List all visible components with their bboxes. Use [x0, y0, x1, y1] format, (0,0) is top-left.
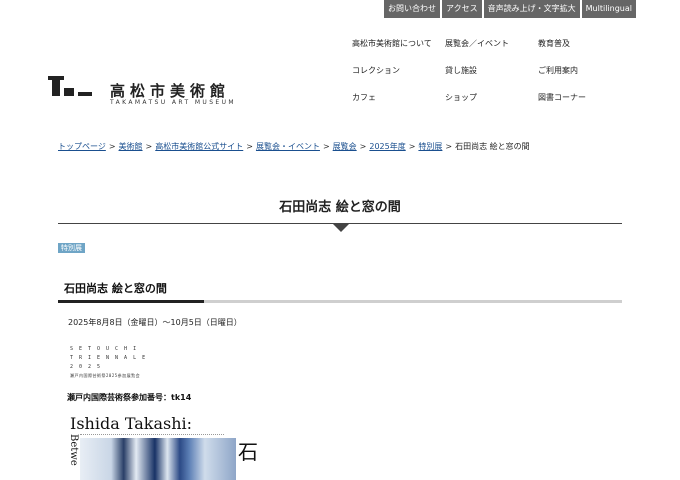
breadcrumb-link-events[interactable]: 展覧会・イベント [256, 142, 320, 151]
breadcrumb-current: 石田尚志 絵と窓の間 [455, 142, 530, 151]
nav-education[interactable]: 教育普及 [538, 38, 631, 50]
nav-rental[interactable]: 貸し施設 [445, 65, 538, 77]
entry-number: 瀬戸内国際芸術祭参加番号：tk14 [67, 393, 192, 402]
utility-nav: お問い合わせ アクセス 音声読み上げ・文字拡大 Multilingual [384, 0, 636, 18]
section-divider-accent [58, 300, 204, 303]
poster-artwork-image [80, 438, 236, 480]
nav-collection[interactable]: コレクション [352, 65, 445, 77]
breadcrumb-separator: > [108, 142, 116, 151]
logo-mark-icon [48, 76, 92, 96]
page-title: 石田尚志 絵と窓の間 [279, 200, 401, 215]
breadcrumb-link-exhibitions[interactable]: 展覧会 [333, 142, 357, 151]
nav-guide[interactable]: ご利用案内 [538, 65, 631, 77]
accessibility-link[interactable]: 音声読み上げ・文字拡大 [483, 0, 580, 18]
nav-exhibitions[interactable]: 展覧会／イベント [445, 38, 538, 50]
breadcrumb-separator: > [359, 142, 367, 151]
breadcrumb-separator: > [145, 142, 153, 151]
breadcrumb-separator: > [445, 142, 453, 151]
site-logo[interactable]: 高松市美術館 TAKAMATSU ART MUSEUM [48, 76, 242, 110]
poster-text-lines [80, 434, 224, 437]
breadcrumb-link-top[interactable]: トップページ [58, 142, 106, 151]
breadcrumb: トップページ > 美術館 > 高松市美術館公式サイト > 展覧会・イベント > 展覧会 >2025… [58, 141, 530, 153]
nav-about[interactable]: 高松市美術館について [352, 38, 445, 50]
multilingual-link[interactable]: Multilingual [581, 0, 636, 18]
poster-title: Ishida Takashi: [70, 414, 193, 433]
category-tag: 特別展 [58, 243, 85, 253]
nav-cafe[interactable]: カフェ [352, 92, 445, 104]
poster-kanji: 石 [238, 440, 258, 464]
setouchi-line: SETOUCHI [70, 346, 143, 352]
poster-vertical-text: Betwe [68, 434, 79, 466]
breadcrumb-link-2025[interactable]: 2025年度 [369, 142, 405, 151]
breadcrumb-link-official[interactable]: 高松市美術館公式サイト [155, 142, 243, 151]
global-nav: 高松市美術館について 展覧会／イベント 教育普及 コレクション 貸し施設 ご利用… [352, 38, 642, 104]
section-heading: 石田尚志 絵と窓の間 [64, 282, 167, 295]
contact-link[interactable]: お問い合わせ [384, 0, 441, 18]
breadcrumb-link-museum[interactable]: 美術館 [119, 142, 143, 151]
nav-shop[interactable]: ショップ [445, 92, 538, 104]
breadcrumb-separator: > [246, 142, 253, 151]
setouchi-line: 2025 [70, 364, 107, 370]
exhibition-poster: Ishida Takashi: Betwe 石 [68, 412, 268, 480]
breadcrumb-separator: > [322, 142, 330, 151]
nav-library[interactable]: 図書コーナー [538, 92, 631, 104]
exhibition-date: 2025年8月8日（金曜日）～10月5日（日曜日） [68, 318, 242, 327]
logo-name: 高松市美術館 [110, 82, 231, 100]
setouchi-jp-line: 瀬戸内国際芸術祭2025参加展覧会 [70, 373, 141, 378]
breadcrumb-link-special[interactable]: 特別展 [418, 142, 442, 151]
title-arrow-icon [333, 224, 349, 232]
access-link[interactable]: アクセス [442, 0, 482, 18]
setouchi-triennale-logo: SETOUCHI TRIENNALE 2025 瀬戸内国際芸術祭2025参加展覧… [70, 345, 190, 380]
setouchi-line: TRIENNALE [70, 355, 152, 361]
logo-subtitle: TAKAMATSU ART MUSEUM [110, 99, 236, 106]
breadcrumb-separator: > [408, 142, 416, 151]
